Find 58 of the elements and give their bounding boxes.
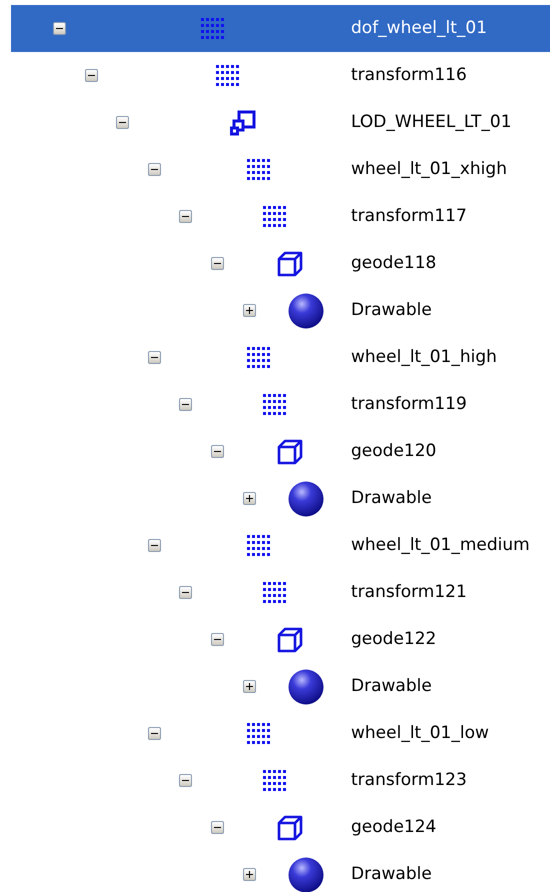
dot-grid-icon: [200, 18, 224, 39]
collapse-button[interactable]: [211, 633, 224, 646]
collapse-button[interactable]: [148, 539, 161, 552]
collapse-button[interactable]: [179, 586, 192, 599]
node-label[interactable]: LOD_WHEEL_LT_01: [351, 110, 512, 136]
squares-icon: [230, 110, 256, 136]
collapse-button[interactable]: [211, 257, 224, 270]
node-label[interactable]: transform123: [351, 768, 467, 794]
expand-button[interactable]: [242, 492, 256, 505]
node-label[interactable]: Drawable: [351, 486, 432, 512]
cube-icon: [277, 438, 303, 464]
collapse-button[interactable]: [84, 69, 98, 82]
node-label[interactable]: wheel_lt_01_high: [351, 344, 497, 370]
sphere-icon: [288, 856, 324, 892]
node-label[interactable]: geode118: [351, 250, 436, 276]
collapse-button[interactable]: [211, 445, 224, 458]
collapse-button[interactable]: [148, 727, 161, 740]
sphere-icon: [288, 292, 324, 328]
node-label[interactable]: transform121: [351, 580, 467, 606]
node-label[interactable]: transform119: [351, 392, 467, 418]
collapse-button[interactable]: [179, 210, 192, 223]
node-label[interactable]: Drawable: [351, 862, 432, 888]
node-label[interactable]: Drawable: [351, 674, 432, 700]
expand-button[interactable]: [242, 868, 256, 881]
dot-grid-icon: [262, 770, 286, 791]
dot-grid-icon: [262, 206, 286, 227]
expand-button[interactable]: [242, 680, 256, 693]
node-label[interactable]: wheel_lt_01_low: [351, 720, 489, 746]
collapse-button[interactable]: [148, 163, 161, 176]
node-label[interactable]: transform116: [351, 62, 467, 88]
collapse-button[interactable]: [116, 116, 130, 129]
node-label[interactable]: wheel_lt_01_xhigh: [351, 156, 507, 182]
cube-icon: [277, 250, 303, 276]
node-label[interactable]: wheel_lt_01_medium: [351, 532, 530, 558]
expand-button[interactable]: [242, 304, 256, 317]
selected-row[interactable]: dof_wheel_lt_01: [11, 5, 550, 52]
dot-grid-icon: [216, 65, 240, 86]
dot-grid-icon: [247, 535, 270, 556]
node-label[interactable]: geode124: [351, 814, 436, 840]
node-label[interactable]: geode120: [351, 438, 436, 464]
node-label[interactable]: geode122: [351, 626, 436, 652]
node-label[interactable]: Drawable: [351, 298, 432, 324]
node-label[interactable]: dof_wheel_lt_01: [351, 16, 488, 42]
collapse-button[interactable]: [179, 398, 192, 411]
cube-icon: [277, 626, 303, 652]
collapse-button[interactable]: [148, 351, 161, 364]
dot-grid-icon: [247, 723, 270, 744]
sphere-icon: [288, 668, 324, 704]
dot-grid-icon: [247, 347, 270, 368]
sphere-icon: [288, 480, 324, 516]
collapse-button[interactable]: [53, 22, 66, 35]
collapse-button[interactable]: [179, 774, 192, 787]
dot-grid-icon: [262, 394, 286, 415]
cube-icon: [277, 814, 303, 840]
dot-grid-icon: [262, 582, 286, 603]
dot-grid-icon: [247, 159, 270, 180]
collapse-button[interactable]: [211, 821, 224, 834]
node-label[interactable]: transform117: [351, 204, 467, 230]
